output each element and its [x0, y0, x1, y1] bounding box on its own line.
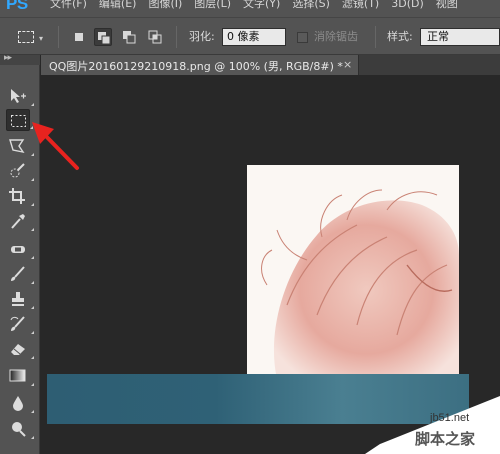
menu-image[interactable]: 图像(I)	[142, 0, 188, 17]
blur-tool[interactable]	[6, 392, 34, 414]
quick-selection-tool[interactable]	[6, 160, 34, 182]
bandage-icon	[11, 246, 25, 253]
antialias-checkbox[interactable]	[297, 32, 308, 43]
clone-stamp-tool[interactable]	[6, 288, 34, 310]
dodge-tool[interactable]	[6, 418, 34, 440]
feather-label: 羽化:	[189, 30, 215, 43]
eraser-tool[interactable]	[6, 338, 34, 360]
gradient-tool[interactable]	[6, 365, 34, 387]
intersect-selection-icon	[148, 30, 162, 44]
add-to-selection-button[interactable]	[94, 28, 112, 46]
menu-3d[interactable]: 3D(D)	[385, 0, 430, 17]
menu-list: 文件(F) 编辑(E) 图像(I) 图层(L) 文字(Y) 选择(S) 滤镜(T…	[44, 0, 464, 17]
menu-file[interactable]: 文件(F)	[44, 0, 93, 17]
tool-preset-picker[interactable]	[18, 31, 34, 43]
dodge-icon	[12, 422, 26, 437]
document-tab[interactable]: QQ图片20160129210918.png @ 100% (男, RGB/8#…	[41, 55, 359, 75]
collapse-icon[interactable]: ▸▸	[4, 53, 12, 63]
drop-icon	[13, 396, 23, 411]
spot-healing-tool[interactable]	[6, 238, 34, 260]
watermark-site: jb51.net	[430, 412, 470, 424]
menu-layer[interactable]: 图层(L)	[188, 0, 237, 17]
options-divider	[58, 26, 59, 48]
move-icon	[11, 89, 26, 103]
close-icon[interactable]: ×	[343, 58, 352, 71]
menu-edit[interactable]: 编辑(E)	[93, 0, 143, 17]
antialias-label: 消除锯齿	[314, 30, 358, 43]
stamp-icon	[12, 292, 24, 306]
chevron-down-icon[interactable]: ▾	[39, 35, 43, 43]
menu-view[interactable]: 视图	[430, 0, 464, 17]
anime-hair-illustration	[261, 189, 459, 379]
quick-selection-icon	[10, 163, 25, 178]
style-label: 样式:	[387, 30, 413, 43]
red-arrow-annotation	[32, 122, 79, 170]
eyedropper-tool[interactable]	[6, 210, 34, 232]
style-select[interactable]: 正常	[420, 28, 500, 46]
move-tool[interactable]	[6, 85, 34, 107]
menu-type[interactable]: 文字(Y)	[237, 0, 286, 17]
subtract-selection-icon	[123, 31, 136, 44]
crop-icon	[9, 188, 25, 204]
watermark-text: 脚本之家	[415, 430, 476, 448]
new-selection-button[interactable]	[70, 28, 88, 46]
brush-tool[interactable]	[6, 263, 34, 285]
new-selection-icon	[75, 33, 83, 41]
crop-tool[interactable]	[6, 185, 34, 207]
gradient-icon	[9, 369, 26, 382]
lasso-icon	[9, 139, 25, 154]
document-tab-title: QQ图片20160129210918.png @ 100% (男, RGB/8#…	[49, 60, 343, 73]
options-divider	[176, 26, 177, 48]
add-selection-icon	[98, 32, 111, 45]
photoshop-logo: PS	[6, 0, 28, 13]
brush-icon	[11, 266, 25, 281]
feather-input[interactable]: 0 像素	[222, 28, 286, 46]
eyedropper-icon	[11, 214, 25, 229]
history-brush-icon	[10, 316, 25, 331]
menu-bar: PS 文件(F) 编辑(E) 图像(I) 图层(L) 文字(Y) 选择(S) 滤…	[0, 0, 500, 17]
options-bar: ▾ 羽化: 0 像素 消除锯齿 样式: 正常	[0, 17, 500, 55]
eraser-icon	[11, 344, 25, 355]
marquee-icon	[11, 115, 26, 127]
toolbox: ▸▸	[0, 53, 40, 454]
menu-select[interactable]: 选择(S)	[286, 0, 336, 17]
subtract-selection-button[interactable]	[120, 28, 138, 46]
lasso-tool[interactable]	[6, 135, 34, 157]
document-image[interactable]	[247, 165, 459, 379]
history-brush-tool[interactable]	[6, 313, 34, 335]
rectangular-marquee-tool[interactable]	[6, 109, 33, 131]
toolbox-grip[interactable]: ▸▸	[0, 53, 40, 65]
options-divider	[375, 26, 376, 48]
intersect-selection-button[interactable]	[146, 28, 164, 46]
menu-filter[interactable]: 滤镜(T)	[336, 0, 385, 17]
